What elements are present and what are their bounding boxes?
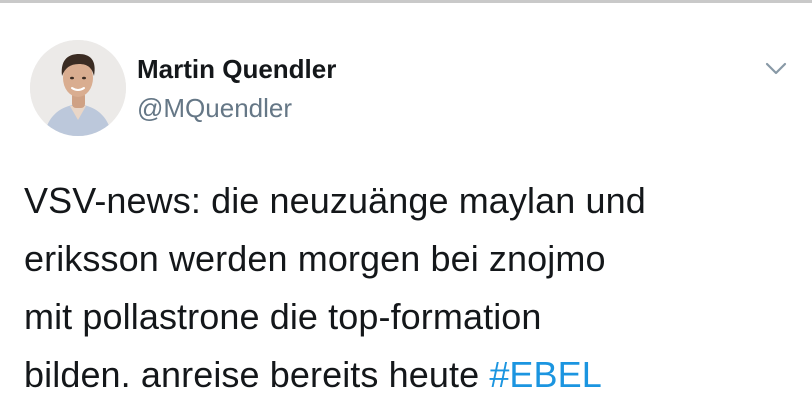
tweet-text-line-last: bilden. anreise bereits heute #EBEL	[24, 346, 804, 404]
author-display-name[interactable]: Martin Quendler	[137, 52, 336, 86]
author-handle[interactable]: @MQuendler	[137, 92, 336, 124]
avatar-photo-icon	[30, 40, 126, 136]
tweet-body: VSV-news: die neuzuänge maylan und eriks…	[24, 172, 804, 404]
tweet-text-line: mit pollastrone die top-formation	[24, 296, 542, 337]
avatar[interactable]	[30, 40, 126, 136]
tweet-text-line: eriksson werden morgen bei znojmo	[24, 238, 606, 279]
tweet-text-line: VSV-news: die neuzuänge maylan und	[24, 180, 646, 221]
tweet-text-fragment: bilden. anreise bereits heute	[24, 354, 490, 395]
hashtag-link[interactable]: #EBEL	[489, 354, 602, 395]
author-info: Martin Quendler @MQuendler	[137, 52, 336, 124]
chevron-down-icon[interactable]	[762, 54, 790, 82]
top-divider	[0, 0, 812, 3]
tweet-header: Martin Quendler @MQuendler	[30, 38, 800, 138]
